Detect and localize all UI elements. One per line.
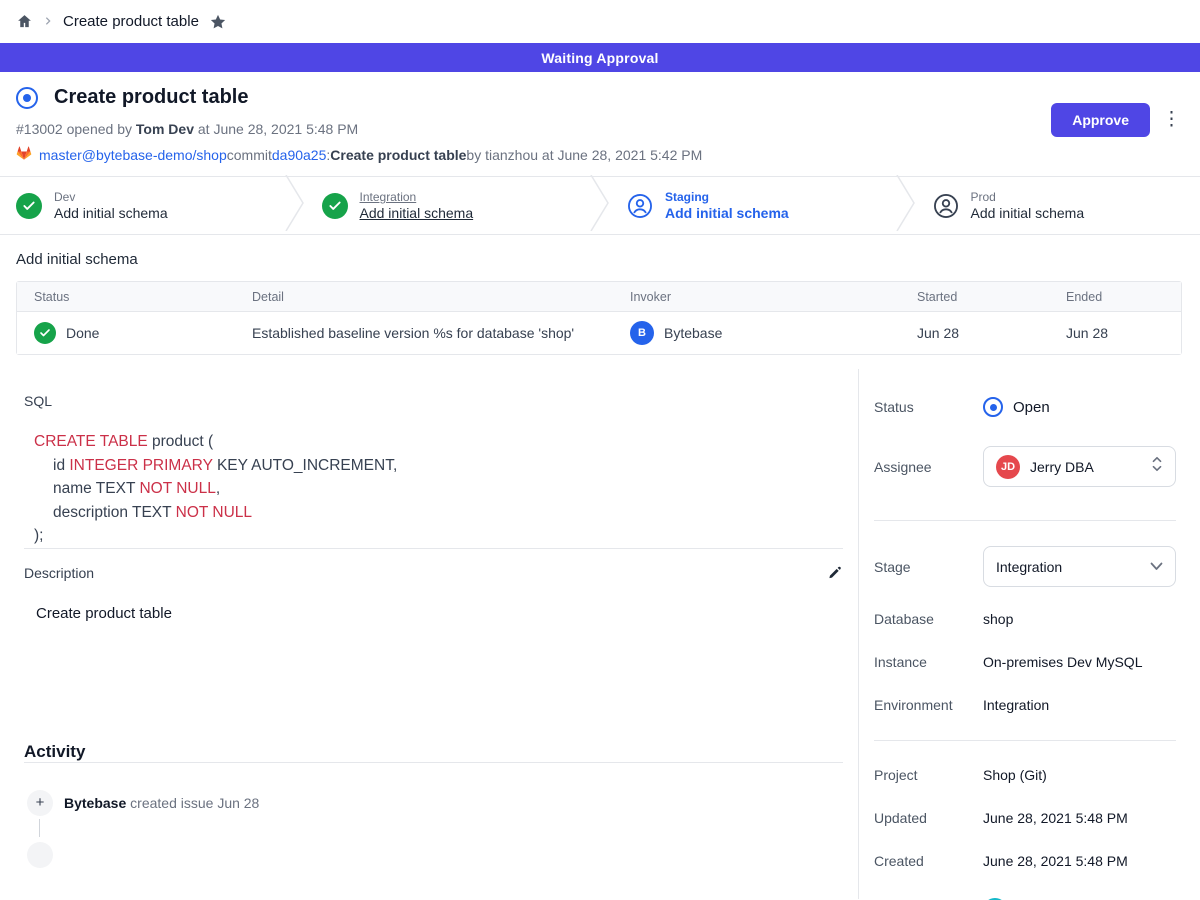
- stage-task-label: Add initial schema: [665, 205, 789, 221]
- branch-repo-link[interactable]: master@bytebase-demo/shop: [39, 147, 227, 163]
- stage-value: Integration: [996, 559, 1140, 575]
- description-label: Description: [24, 565, 94, 581]
- instance-value: On-premises Dev MySQL: [983, 654, 1142, 670]
- assignee-value: Jerry DBA: [1030, 459, 1141, 475]
- commit-line: master@bytebase-demo/shop commit da90a25…: [16, 146, 1184, 164]
- status-open-icon: [983, 397, 1003, 417]
- table-row: Done Established baseline version %s for…: [17, 312, 1181, 354]
- stage-task-label: Add initial schema: [54, 205, 168, 221]
- task-detail-cell: Established baseline version %s for data…: [235, 325, 613, 341]
- chevron-right-icon: [43, 13, 53, 31]
- home-icon[interactable]: [16, 13, 33, 30]
- col-detail: Detail: [235, 290, 613, 304]
- commit-message: Create product table: [330, 147, 466, 163]
- issue-detail-pane: SQL CREATE TABLE product (id INTEGER PRI…: [0, 369, 858, 899]
- stage-task-label: Add initial schema: [360, 205, 474, 221]
- stage-separator: [284, 175, 306, 236]
- check-circle-icon: [34, 322, 56, 344]
- updated-label: Updated: [874, 810, 983, 826]
- environment-value: Integration: [983, 697, 1049, 713]
- stage-prod[interactable]: Prod Add initial schema: [917, 177, 1200, 234]
- divider: [24, 548, 843, 549]
- assignee-select[interactable]: JD Jerry DBA: [983, 446, 1176, 487]
- issue-title: Create product table: [54, 86, 248, 109]
- breadcrumb-current: Create product table: [63, 13, 199, 30]
- issue-id: #13002: [16, 121, 63, 137]
- check-circle-icon: [322, 193, 348, 219]
- stage-env-label: Integration: [360, 190, 474, 204]
- divider: [874, 520, 1176, 521]
- project-value: Shop (Git): [983, 767, 1047, 783]
- bytebase-avatar: B: [630, 321, 654, 345]
- updated-value: June 28, 2021 5:48 PM: [983, 810, 1128, 826]
- favorite-star-icon[interactable]: [209, 13, 227, 31]
- issue-sidebar: Status Open Assignee JD Jerry DBA Stage …: [858, 369, 1200, 899]
- stage-env-label: Dev: [54, 190, 168, 204]
- assignee-avatar: JD: [996, 455, 1020, 479]
- task-table: Status Detail Invoker Started Ended Done…: [16, 281, 1182, 355]
- col-status: Status: [17, 290, 235, 304]
- task-ended-cell: Jun 28: [1049, 325, 1181, 341]
- approve-button[interactable]: Approve: [1051, 103, 1150, 137]
- issue-open-icon: [16, 87, 38, 109]
- task-invoker-cell: B Bytebase: [613, 321, 900, 345]
- check-circle-icon: [16, 193, 42, 219]
- stage-integration[interactable]: Integration Add initial schema: [306, 177, 590, 234]
- description-text: Create product table: [36, 605, 843, 622]
- issue-author: Tom Dev: [136, 121, 194, 137]
- stage-task-label: Add initial schema: [971, 205, 1085, 221]
- pipeline-stages: Dev Add initial schema Integration Add i…: [0, 177, 1200, 235]
- instance-label: Instance: [874, 654, 983, 670]
- plus-icon: +: [27, 790, 53, 816]
- issue-header: Create product table #13002 opened by To…: [0, 72, 1200, 177]
- approval-banner: Waiting Approval: [0, 43, 1200, 72]
- stage-dev[interactable]: Dev Add initial schema: [0, 177, 284, 234]
- task-section: Add initial schema Status Detail Invoker…: [0, 235, 1200, 355]
- database-label: Database: [874, 611, 983, 627]
- task-table-header: Status Detail Invoker Started Ended: [17, 282, 1181, 312]
- divider: [874, 740, 1176, 741]
- sql-code: CREATE TABLE product (id INTEGER PRIMARY…: [34, 430, 843, 548]
- environment-label: Environment: [874, 697, 983, 713]
- created-label: Created: [874, 853, 983, 869]
- issue-meta: #13002 opened by Tom Dev at June 28, 202…: [16, 121, 1184, 137]
- breadcrumb: Create product table: [0, 0, 1200, 43]
- chevron-updown-icon: [1151, 456, 1163, 477]
- project-label: Project: [874, 767, 983, 783]
- task-started-cell: Jun 28: [900, 325, 1049, 341]
- status-label: Status: [874, 399, 983, 415]
- activity-heading: Activity: [24, 742, 843, 762]
- stage-env-label: Prod: [971, 190, 1085, 204]
- stage-env-label: Staging: [665, 190, 789, 204]
- created-value: June 28, 2021 5:48 PM: [983, 853, 1128, 869]
- chevron-down-icon: [1150, 558, 1163, 576]
- activity-author: Bytebase: [64, 795, 126, 811]
- database-value: shop: [983, 611, 1013, 627]
- stage-separator: [895, 175, 917, 236]
- activity-action: created issue Jun 28: [126, 795, 259, 811]
- activity-timeline: [24, 816, 843, 856]
- person-circle-icon: [933, 193, 959, 219]
- divider: [24, 762, 843, 763]
- col-invoker: Invoker: [613, 290, 900, 304]
- task-status-cell: Done: [17, 322, 235, 344]
- stage-label: Stage: [874, 559, 983, 575]
- activity-item: + Bytebase created issue Jun 28: [24, 790, 843, 816]
- approval-banner-text: Waiting Approval: [541, 50, 658, 66]
- sql-label: SQL: [24, 393, 843, 409]
- task-heading: Add initial schema: [16, 251, 1182, 268]
- col-started: Started: [900, 290, 1049, 304]
- person-circle-icon: [627, 193, 653, 219]
- stage-select[interactable]: Integration: [983, 546, 1176, 587]
- assignee-label: Assignee: [874, 459, 983, 475]
- stage-separator: [589, 175, 611, 236]
- status-value: Open: [1013, 399, 1050, 416]
- stage-staging[interactable]: Staging Add initial schema: [611, 177, 895, 234]
- col-ended: Ended: [1049, 290, 1181, 304]
- edit-pencil-icon[interactable]: [826, 565, 843, 582]
- gitlab-icon: [16, 146, 32, 164]
- more-actions-icon[interactable]: ⋮: [1162, 108, 1182, 131]
- commit-hash-link[interactable]: da90a25: [272, 147, 327, 163]
